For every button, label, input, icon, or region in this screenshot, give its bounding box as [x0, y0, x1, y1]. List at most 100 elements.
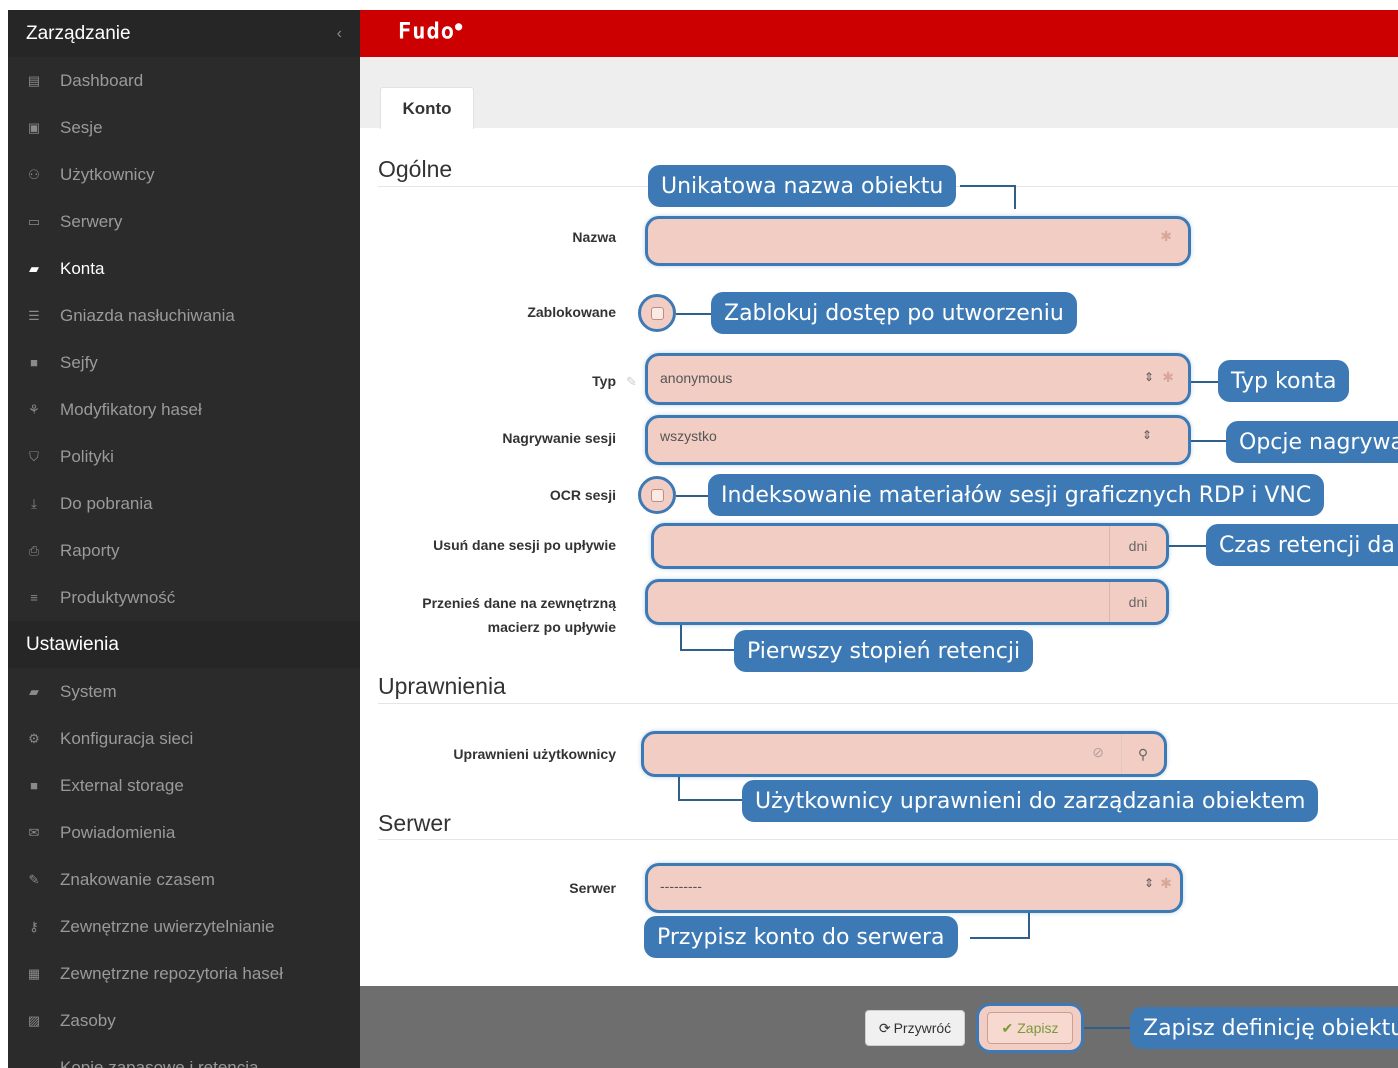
sidebar-list-management: ▤ Dashboard ▣ Sesje ⚇ Użytkownicy ▭ Serwery ▰ Kon… — [8, 57, 360, 621]
sidebar-item-external-storage[interactable]: ■ External storage — [8, 762, 360, 809]
image-icon: ▨ — [27, 1012, 41, 1028]
logo-dot: ● — [454, 19, 464, 33]
sidebar-item-serwery[interactable]: ▭ Serwery — [8, 198, 360, 245]
list-icon: ≡ — [30, 590, 38, 605]
clear-icon[interactable]: ⊘ — [1092, 744, 1104, 761]
select-caret-icon: ⇕ — [1141, 428, 1152, 442]
days-addon: dni — [1109, 526, 1166, 566]
sidebar-item-label: Produktywność — [60, 587, 176, 607]
search-icon[interactable]: ⚲ — [1121, 734, 1164, 774]
chart-icon: ▤ — [27, 72, 41, 88]
sidebar-item-konta[interactable]: ▰ Konta — [8, 245, 360, 292]
sidebar-item-label: Użytkownicy — [60, 164, 155, 184]
callout-connector — [678, 777, 680, 801]
print-icon: ⎙ — [28, 542, 40, 558]
sidebar-item-system[interactable]: ▰ System — [8, 668, 360, 715]
sidebar-item-sesje[interactable]: ▣ Sesje — [8, 104, 360, 151]
callout-connector — [1014, 185, 1016, 209]
callout-save: Zapisz definicję obiektu — [1130, 1007, 1398, 1049]
sidebar-item-zewnętrzne-repozytoria-haseł[interactable]: ▦ Zewnętrzne repozytoria haseł — [8, 950, 360, 997]
recording-select[interactable]: wszystko ⇕ — [645, 415, 1191, 465]
callout-connector — [960, 185, 1016, 187]
sidebar-item-gniazda-nasłuchiwania[interactable]: ☰ Gniazda nasłuchiwania — [8, 292, 360, 339]
recording-label: Nagrywanie sesji — [502, 430, 616, 446]
users-label: Uprawnieni użytkownicy — [453, 746, 616, 762]
name-input[interactable]: ✱ — [645, 216, 1191, 266]
save-button[interactable]: ✔ Zapisz — [976, 1003, 1084, 1053]
section-divider — [378, 703, 1398, 704]
save-button-label: Zapisz — [1017, 1020, 1059, 1036]
callout-connector — [676, 313, 712, 315]
sidebar-item-produktywność[interactable]: ≡ Produktywność — [8, 574, 360, 621]
days-addon: dni — [1109, 582, 1166, 622]
users-icon: ⚇ — [28, 166, 40, 182]
sidebar-item-powiadomienia[interactable]: ✉ Powiadomienia — [8, 809, 360, 856]
restore-button[interactable]: ⟳ Przywróć — [865, 1010, 965, 1046]
callout-name: Unikatowa nazwa obiektu — [648, 165, 957, 207]
rss-icon: ☰ — [28, 307, 40, 323]
sidebar-item-label: Sejfy — [60, 352, 98, 372]
select-caret-icon: ⇕ — [1143, 876, 1154, 890]
sidebar-item-label: Kopie zapasowe i retencja — [60, 1057, 259, 1068]
required-asterisk-icon: ✱ — [1162, 369, 1174, 385]
callout-connector — [1191, 440, 1229, 442]
sidebar-item-zasoby[interactable]: ▨ Zasoby — [8, 997, 360, 1044]
fudo-logo[interactable]: Fudo● — [398, 19, 463, 44]
callout-move: Pierwszy stopień retencji — [734, 630, 1034, 672]
users-multiselect[interactable]: ⊘ ⚲ — [641, 731, 1167, 777]
sidebar-item-label: Modyfikatory haseł — [60, 399, 202, 419]
delete-after-input[interactable]: dni — [651, 523, 1169, 569]
ocr-label: OCR sesji — [549, 487, 616, 503]
checkbox-box — [650, 488, 664, 502]
sidebar-item-label: Serwery — [60, 211, 123, 231]
type-select[interactable]: anonymous ⇕ ✱ — [645, 353, 1191, 405]
server-select[interactable]: --------- ⇕ ✱ — [645, 863, 1183, 913]
top-bar: Fudo● — [360, 10, 1398, 57]
main-content: Konto Ogólne Nazwa ✱ Unikatowa nazwa obi… — [360, 57, 1398, 1068]
refresh-icon: ⟳ — [878, 1019, 891, 1036]
edit-icon[interactable]: ✎ — [626, 374, 637, 390]
sidebar-item-label: Dashboard — [60, 70, 144, 90]
form-footer: ⟳ Przywróć ✔ Zapisz Zapisz definicję obi… — [360, 986, 1398, 1068]
move-after-input[interactable]: dni — [645, 579, 1169, 625]
callout-delete: Czas retencji da — [1206, 524, 1398, 566]
type-select-value: anonymous — [660, 370, 733, 386]
sidebar-item-sejfy[interactable]: ■ Sejfy — [8, 339, 360, 386]
blocked-checkbox[interactable] — [638, 294, 676, 332]
sidebar-item-label: Powiadomienia — [60, 822, 176, 842]
callout-server: Przypisz konto do serwera — [644, 916, 958, 958]
sidebar-item-polityki[interactable]: ⛉ Polityki — [8, 433, 360, 480]
sidebar-item-label: Zasoby — [60, 1010, 116, 1030]
sidebar-item-konfiguracja-sieci[interactable]: ⚙ Konfiguracja sieci — [8, 715, 360, 762]
required-asterisk-icon: ✱ — [1160, 875, 1172, 891]
section-title-permissions: Uprawnienia — [378, 673, 506, 699]
safe-icon: ■ — [30, 355, 38, 370]
sidebar-item-zewnętrzne-uwierzytelnianie[interactable]: ⚷ Zewnętrzne uwierzytelnianie — [8, 903, 360, 950]
callout-ocr: Indeksowanie materiałów sesji graficznyc… — [708, 474, 1325, 516]
ocr-checkbox[interactable] — [638, 476, 676, 514]
sidebar-item-dashboard[interactable]: ▤ Dashboard — [8, 57, 360, 104]
tab-konto[interactable]: Konto — [380, 87, 474, 129]
collapse-sidebar-icon[interactable]: ‹ — [337, 25, 342, 43]
sidebar-item-label: Do pobrania — [60, 493, 153, 513]
book-icon: ▰ — [29, 260, 39, 276]
sidebar-item-znakowanie-czasem[interactable]: ✎ Znakowanie czasem — [8, 856, 360, 903]
sidebar-item-raporty[interactable]: ⎙ Raporty — [8, 527, 360, 574]
callout-connector — [1169, 545, 1207, 547]
section-title-general: Ogólne — [378, 156, 453, 182]
required-asterisk-icon: ✱ — [1160, 228, 1172, 244]
blocked-label: Zablokowane — [527, 304, 616, 320]
sidebar-item-label: External storage — [60, 775, 184, 795]
download-icon: ⤓ — [31, 495, 37, 511]
sidebar-item-do-pobrania[interactable]: ⤓ Do pobrania — [8, 480, 360, 527]
callout-connector — [970, 937, 1030, 939]
select-caret-icon: ⇕ — [1143, 370, 1154, 384]
sidebar-item-kopie-zapasowe-i-retencja[interactable]: ▬ Kopie zapasowe i retencja — [8, 1044, 360, 1068]
sidebar-item-label: Raporty — [60, 540, 120, 560]
sidebar-header: Zarządzanie ‹ — [8, 10, 360, 57]
server-select-value: --------- — [660, 878, 702, 894]
sidebar-item-użytkownicy[interactable]: ⚇ Użytkownicy — [8, 151, 360, 198]
sidebar-item-modyfikatory-haseł[interactable]: ⚘ Modyfikatory haseł — [8, 386, 360, 433]
check-icon: ✔ — [1001, 1019, 1014, 1036]
callout-connector — [680, 625, 682, 651]
